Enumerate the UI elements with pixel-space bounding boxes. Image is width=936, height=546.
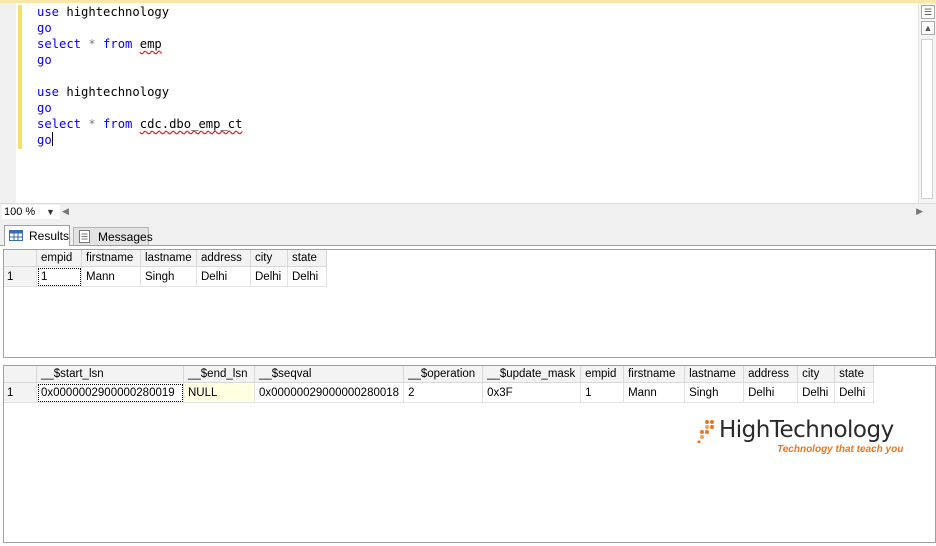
logo-name: HighTechnology (719, 417, 894, 443)
keyword: select (37, 37, 82, 51)
column-header[interactable]: city (797, 366, 836, 383)
logo-tagline: Technology that teach you (777, 444, 904, 455)
change-indicator-bar (18, 5, 22, 149)
column-header[interactable]: __$operation (403, 366, 484, 383)
results-table: empid firstname lastname address city st… (4, 250, 327, 287)
zoom-value: 100 % (4, 206, 36, 218)
column-header[interactable]: address (196, 250, 251, 267)
split-icon[interactable]: ☰ (921, 5, 935, 19)
table-cell[interactable]: Delhi (287, 266, 327, 287)
column-header[interactable]: empid (36, 250, 82, 267)
scroll-thumb[interactable] (921, 39, 933, 199)
keyword: go (37, 53, 52, 67)
table-cell[interactable]: 2 (403, 382, 484, 403)
code-line: go (37, 132, 242, 148)
table-cell[interactable]: Singh (684, 382, 745, 403)
column-header[interactable]: firstname (623, 366, 686, 383)
row-number-header[interactable] (4, 250, 37, 267)
keyword: use (37, 5, 60, 19)
code-line: use hightechnology (37, 4, 242, 20)
identifier: hightechnology (59, 85, 170, 99)
row-number[interactable]: 1 (4, 382, 37, 403)
editor-gutter (0, 3, 16, 203)
code-line: select * from cdc.dbo_emp_ct (37, 116, 242, 132)
column-header[interactable]: lastname (684, 366, 745, 383)
keyword: use (37, 85, 60, 99)
column-header[interactable]: __$end_lsn (183, 366, 255, 383)
column-header[interactable]: firstname (81, 250, 141, 267)
table-cell[interactable]: 0x0000002900000280019 (36, 382, 184, 403)
table-cell[interactable]: Delhi (743, 382, 799, 403)
table-row[interactable]: 1 1 Mann Singh Delhi Delhi Delhi (4, 266, 327, 287)
table-cell-null[interactable]: NULL (183, 382, 255, 403)
table-cell[interactable]: 0x3F (482, 382, 582, 403)
table-cell[interactable]: Delhi (250, 266, 288, 287)
table-identifier: cdc.dbo_emp_ct (139, 117, 243, 131)
keyword: go (37, 101, 52, 115)
tab-messages-label: Messages (98, 230, 153, 244)
keyword: from (103, 37, 133, 51)
table-cell[interactable]: Mann (623, 382, 686, 403)
code-line: go (37, 52, 242, 68)
column-header[interactable]: state (287, 250, 327, 267)
keyword: from (103, 117, 133, 131)
column-header[interactable]: state (834, 366, 875, 383)
column-header[interactable]: city (250, 250, 288, 267)
column-header[interactable]: empid (580, 366, 625, 383)
code-line: use hightechnology (37, 84, 242, 100)
table-cell[interactable]: Delhi (797, 382, 836, 403)
table-cell[interactable]: 0x00000029000000280018 (254, 382, 405, 403)
zoom-bar: 100 % ▼ ◀ ▶ (0, 203, 936, 221)
scroll-right-icon[interactable]: ▶ (916, 206, 923, 217)
table-cell[interactable]: Singh (140, 266, 197, 287)
table-identifier: emp (139, 37, 162, 51)
table-cell[interactable]: Delhi (834, 382, 875, 403)
keyword: select (37, 117, 82, 131)
column-header[interactable]: __$start_lsn (36, 366, 184, 383)
logo-mark-icon (697, 420, 714, 443)
column-header[interactable]: __$update_mask (482, 366, 582, 383)
operator: * (81, 117, 104, 131)
grid-icon (9, 230, 23, 241)
tab-messages[interactable]: Messages (73, 227, 153, 245)
code-line: go (37, 20, 242, 36)
table-row[interactable]: 1 0x0000002900000280019 NULL 0x000000290… (4, 382, 875, 403)
operator: * (81, 37, 104, 51)
results-table: __$start_lsn __$end_lsn __$seqval __$ope… (4, 366, 875, 403)
row-number-header[interactable] (4, 366, 37, 383)
code-line: select * from emp (37, 36, 242, 52)
message-icon (79, 230, 90, 243)
tab-results[interactable]: Results (4, 225, 70, 246)
query-editor[interactable]: use hightechnology go select * from emp … (0, 0, 936, 206)
table-cell[interactable]: 1 (580, 382, 625, 403)
hightechnology-logo: HighTechnology Technology that teach you (697, 417, 903, 459)
column-header[interactable]: __$seqval (254, 366, 405, 383)
zoom-select[interactable]: 100 % ▼ (2, 205, 60, 219)
keyword: go (37, 21, 52, 35)
scroll-left-icon[interactable]: ◀ (62, 206, 69, 217)
editor-vertical-scrollbar[interactable]: ☰ ▲ (918, 3, 936, 206)
scroll-up-icon[interactable]: ▲ (921, 21, 935, 35)
tab-results-label: Results (29, 229, 70, 243)
code-line: go (37, 100, 242, 116)
identifier: hightechnology (59, 5, 170, 19)
header-row: __$start_lsn __$end_lsn __$seqval __$ope… (4, 366, 875, 383)
chevron-down-icon[interactable]: ▼ (46, 205, 55, 219)
column-header[interactable]: lastname (140, 250, 197, 267)
keyword: go (37, 133, 52, 147)
results-grid-emp[interactable]: empid firstname lastname address city st… (3, 249, 936, 358)
table-cell[interactable]: Delhi (196, 266, 251, 287)
row-number[interactable]: 1 (4, 266, 37, 287)
header-row: empid firstname lastname address city st… (4, 250, 327, 267)
column-header[interactable]: address (743, 366, 799, 383)
table-cell[interactable]: Mann (81, 266, 141, 287)
table-cell[interactable]: 1 (36, 266, 82, 287)
sql-code[interactable]: use hightechnology go select * from emp … (37, 4, 242, 148)
results-tab-strip: Results Messages (0, 221, 936, 246)
text-caret (51, 132, 53, 146)
